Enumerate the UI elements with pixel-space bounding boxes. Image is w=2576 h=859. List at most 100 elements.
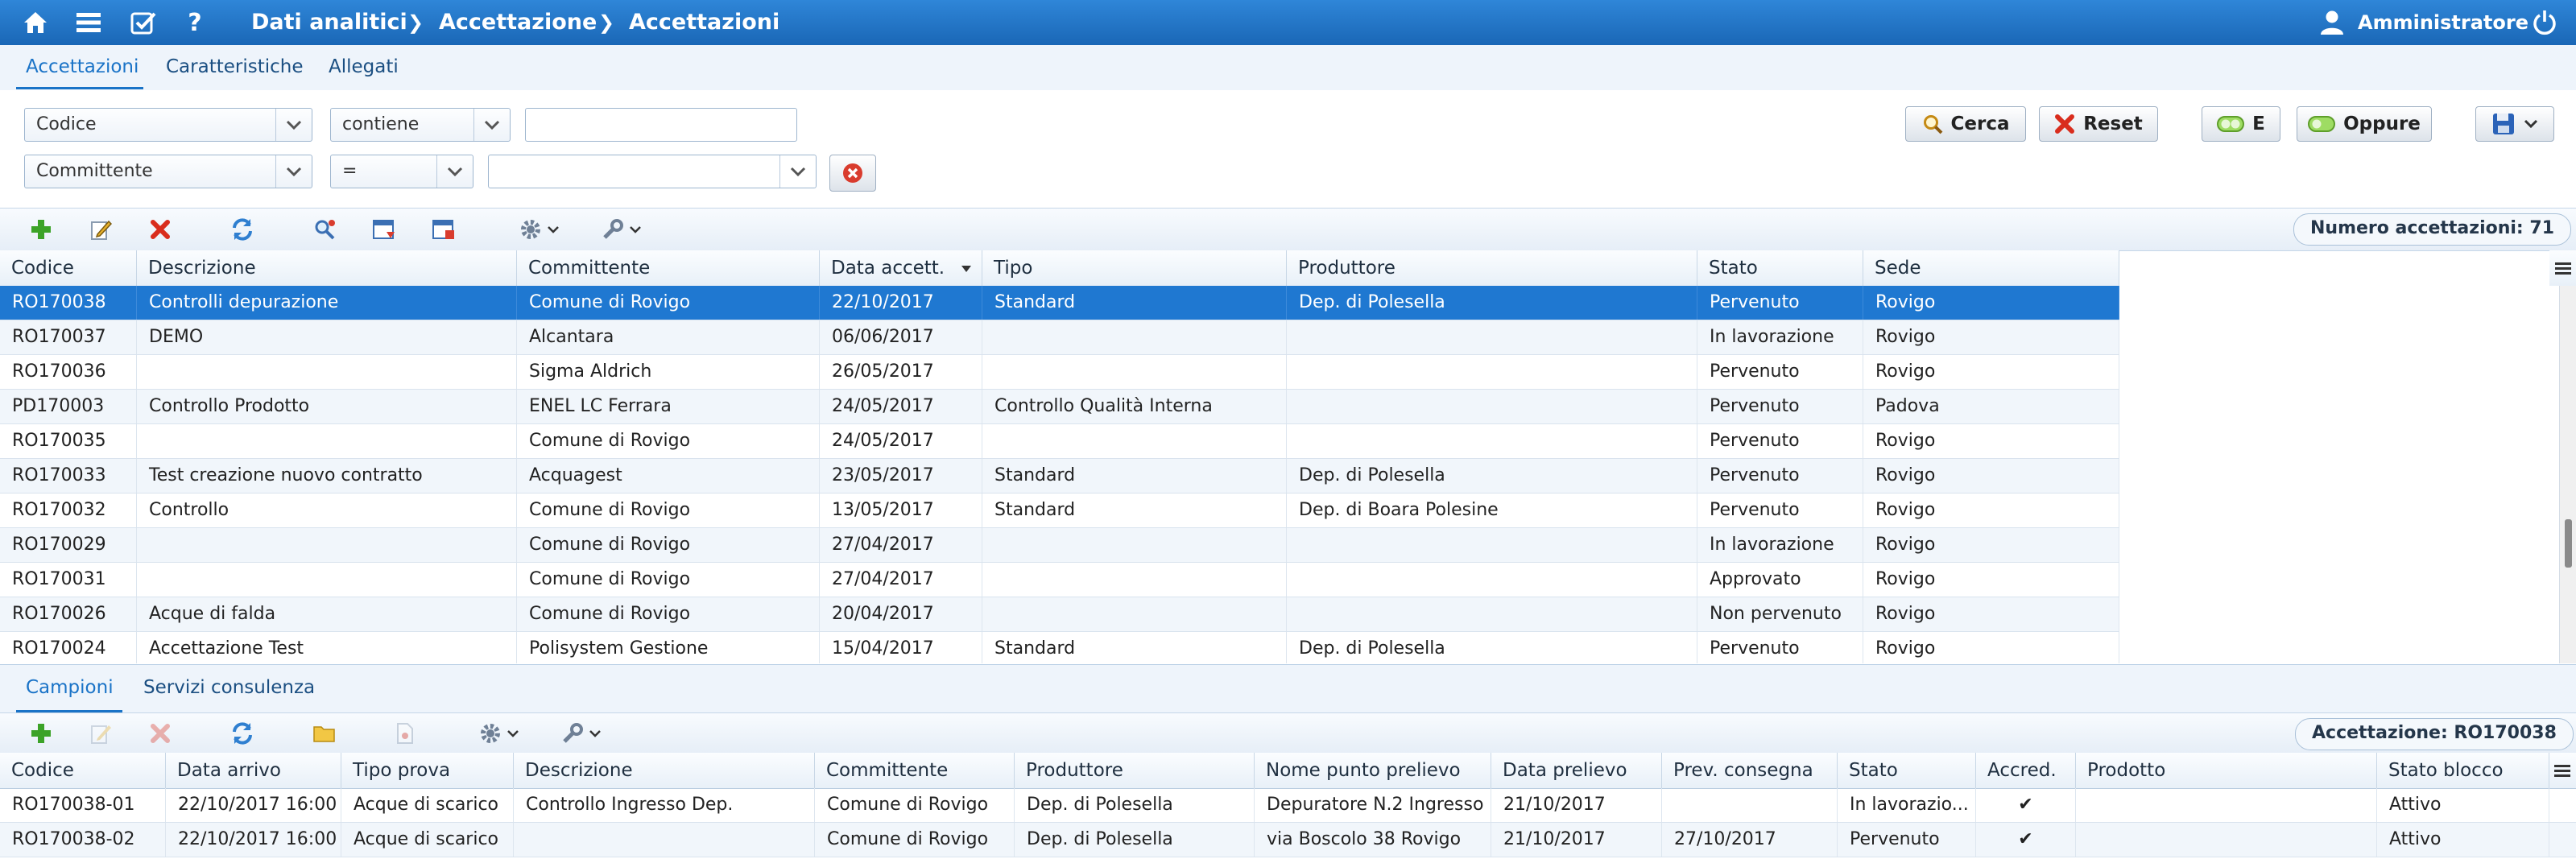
table-row[interactable]: RO170035 Comune di Rovigo 24/05/2017 Perven… (0, 424, 2119, 459)
cell-descrizione: Acque di falda (137, 597, 517, 631)
tab-servizi-consulenza[interactable]: Servizi consulenza (143, 677, 315, 698)
cell-stato: Pervenuto (1697, 494, 1863, 527)
table-row[interactable]: PD170003 Controllo Prodotto ENEL LC Ferrar… (0, 390, 2119, 424)
column-header-nome-punto-prelievo[interactable]: Nome punto prelievo (1255, 753, 1491, 788)
chevron-down-icon[interactable] (275, 109, 312, 141)
filter-operator-select-1[interactable]: contiene (330, 108, 511, 142)
column-header-data-prelievo[interactable]: Data prelievo (1491, 753, 1662, 788)
or-button[interactable]: Oppure (2297, 106, 2432, 142)
column-header-prev-consegna[interactable]: Prev. consegna (1662, 753, 1838, 788)
home-icon[interactable] (18, 0, 53, 45)
table-row[interactable]: RO170031 Comune di Rovigo 27/04/2017 Approv… (0, 563, 2119, 597)
column-header-produttore[interactable]: Produttore (1287, 250, 1697, 286)
filter-value-input-1[interactable] (525, 108, 797, 142)
chevron-down-icon[interactable] (436, 155, 473, 188)
edit-icon[interactable] (89, 721, 113, 745)
column-header-descrizione[interactable]: Descrizione (137, 250, 517, 286)
reset-button[interactable]: Reset (2039, 106, 2158, 142)
cell-committente: Acquagest (517, 459, 820, 493)
tab-allegati[interactable]: Allegati (329, 56, 399, 77)
chevron-down-icon[interactable] (779, 155, 816, 188)
scrollbar-thumb[interactable] (2565, 519, 2572, 568)
calendar-export-icon[interactable] (432, 217, 456, 242)
cell-committente: Comune di Rovigo (517, 563, 820, 597)
column-header-stato[interactable]: Stato (1838, 753, 1976, 788)
table-row[interactable]: RO170032 Controllo Comune di Rovigo 13/05/2… (0, 494, 2119, 528)
user-name[interactable]: Amministratore (2358, 0, 2528, 45)
save-icon (2493, 114, 2514, 134)
cell-stato: Pervenuto (1697, 459, 1863, 493)
column-header-committente[interactable]: Committente (517, 250, 820, 286)
column-menu-icon[interactable] (2549, 250, 2576, 286)
column-header-codice[interactable]: Codice (0, 753, 166, 788)
menu-icon[interactable] (71, 0, 106, 45)
tab-caratteristiche[interactable]: Caratteristiche (166, 56, 304, 77)
table-row[interactable]: RO170033 Test creazione nuovo contratto Ac… (0, 459, 2119, 494)
lower-tabs: Campioni Servizi consulenza (0, 664, 2576, 714)
tools-menu-icon[interactable] (597, 217, 646, 242)
breadcrumb-item-2[interactable]: Accettazione (439, 0, 597, 45)
column-header-data-arrivo[interactable]: Data arrivo (166, 753, 341, 788)
cell-committente: Comune di Rovigo (815, 788, 1015, 822)
filter-operator-select-2[interactable]: = (330, 155, 473, 188)
filter-value-select-2[interactable] (488, 155, 817, 188)
or-toggle-icon (2308, 116, 2336, 132)
column-header-tipo[interactable]: Tipo (982, 250, 1287, 286)
cell-data-arrivo: 22/10/2017 16:00 (166, 823, 341, 857)
column-header-stato[interactable]: Stato (1697, 250, 1863, 286)
save-filter-menu-button[interactable] (2475, 106, 2554, 142)
table-row[interactable]: RO170038-02 22/10/2017 16:00 Acque di scar… (0, 823, 2576, 857)
refresh-icon[interactable] (230, 217, 254, 242)
edit-icon[interactable] (89, 217, 113, 242)
tab-campioni[interactable]: Campioni (26, 677, 114, 698)
column-header-sede[interactable]: Sede (1863, 250, 2119, 286)
cell-produttore (1287, 597, 1697, 631)
refresh-icon[interactable] (230, 721, 254, 745)
grid-scrollbar[interactable] (2559, 286, 2576, 663)
column-header-committente[interactable]: Committente (815, 753, 1015, 788)
settings-menu-icon[interactable] (475, 721, 523, 745)
chevron-down-icon[interactable] (275, 155, 312, 188)
filter-field-select-2[interactable]: Committente (24, 155, 312, 188)
help-icon[interactable]: ? (177, 0, 213, 45)
column-header-codice[interactable]: Codice (0, 250, 137, 286)
column-header-accred[interactable]: Accred. (1976, 753, 2076, 788)
tools-menu-icon[interactable] (557, 721, 606, 745)
remove-filter-button[interactable] (829, 155, 876, 192)
find-record-icon[interactable] (312, 217, 337, 242)
breadcrumb-item-1[interactable]: Dati analitici (251, 0, 407, 45)
table-row[interactable]: RO170038 Controlli depurazione Comune di R… (0, 286, 2119, 320)
column-header-prodotto[interactable]: Prodotto (2076, 753, 2377, 788)
column-menu-icon[interactable] (2549, 753, 2576, 788)
column-header-tipo-prova[interactable]: Tipo prova (341, 753, 514, 788)
cell-committente: Comune di Rovigo (517, 597, 820, 631)
settings-menu-icon[interactable] (515, 217, 564, 242)
tasks-check-icon[interactable] (126, 0, 161, 45)
table-row[interactable]: RO170038-01 22/10/2017 16:00 Acque di scar… (0, 788, 2576, 823)
tab-accettazioni[interactable]: Accettazioni (26, 56, 139, 77)
document-icon[interactable] (393, 721, 417, 745)
table-row[interactable]: RO170036 Sigma Aldrich 26/05/2017 Pervenuto… (0, 355, 2119, 390)
delete-icon[interactable] (148, 217, 172, 242)
add-icon[interactable] (29, 217, 53, 242)
cell-codice: RO170037 (0, 320, 137, 354)
and-button-label: E (2252, 114, 2265, 134)
chevron-down-icon[interactable] (473, 109, 510, 141)
column-header-descrizione[interactable]: Descrizione (514, 753, 815, 788)
and-button[interactable]: E (2202, 106, 2280, 142)
column-header-stato-blocco[interactable]: Stato blocco (2377, 753, 2549, 788)
add-icon[interactable] (29, 721, 53, 745)
folder-icon[interactable] (312, 721, 337, 745)
cell-stato: Pervenuto (1697, 390, 1863, 423)
table-row[interactable]: RO170029 Comune di Rovigo 27/04/2017 In lav… (0, 528, 2119, 563)
table-row[interactable]: RO170024 Accettazione Test Polisystem Gest… (0, 632, 2119, 663)
table-row[interactable]: RO170026 Acque di falda Comune di Rovigo 20… (0, 597, 2119, 632)
power-icon[interactable] (2527, 0, 2562, 45)
column-header-data-accett[interactable]: Data accett. (820, 250, 982, 286)
delete-icon[interactable] (148, 721, 172, 745)
column-header-produttore[interactable]: Produttore (1015, 753, 1255, 788)
calendar-import-icon[interactable] (372, 217, 396, 242)
search-button[interactable]: Cerca (1905, 106, 2026, 142)
table-row[interactable]: RO170037 DEMO Alcantara 06/06/2017 In lavora… (0, 320, 2119, 355)
filter-field-select-1[interactable]: Codice (24, 108, 312, 142)
